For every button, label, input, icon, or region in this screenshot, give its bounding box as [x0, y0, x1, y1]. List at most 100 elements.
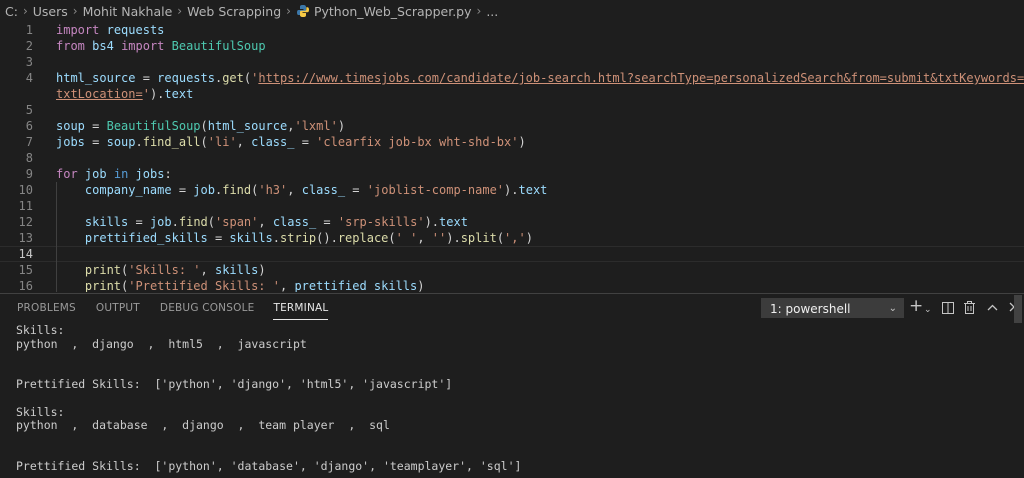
code-token: (). [316, 231, 338, 245]
code-token: 'Skills: ' [128, 263, 201, 277]
line-number: 11 [18, 199, 33, 213]
chevron-up-icon[interactable] [987, 304, 998, 311]
chevron-right-icon: › [286, 4, 291, 18]
code-token: ) [518, 135, 526, 149]
terminal-output[interactable]: Skills: python , django , html5 , javascr… [16, 323, 1024, 474]
chevron-down-icon[interactable]: ⌄ [924, 301, 932, 319]
code-text: html_source = requests.get('https://www.… [56, 70, 1024, 86]
code-line[interactable]: 5 [0, 102, 1024, 118]
breadcrumb-file[interactable]: Python_Web_Scrapper.py [314, 4, 472, 19]
code-token: 'h3' [258, 183, 288, 197]
code-line[interactable]: 16 print('Prettified Skills: ', prettifi… [0, 278, 1024, 292]
code-token: class_ [251, 135, 295, 149]
code-token: = [294, 135, 317, 149]
split-icon[interactable] [942, 302, 954, 314]
tab-debug-console[interactable]: DEBUG CONSOLE [160, 294, 255, 322]
code-token: , [200, 263, 215, 277]
code-line[interactable]: 7 jobs = soup.find_all('li', class_ = 'cl… [0, 134, 1024, 150]
code-token: in [113, 167, 129, 181]
code-editor[interactable]: 1 import requests 2 from bs4 import Beautif… [0, 22, 1024, 292]
code-line[interactable]: 8 [0, 150, 1024, 166]
code-token: prettified_skills [294, 279, 418, 292]
code-line[interactable]: 13 prettified_skills = skills.strip().re… [0, 230, 1024, 246]
code-token: import [56, 23, 100, 37]
code-line[interactable]: 9 for job in jobs: [0, 166, 1024, 182]
code-text: company_name = job.find('h3', class_ = '… [56, 182, 548, 198]
tab-problems[interactable]: PROBLEMS [17, 294, 76, 322]
code-token: text [439, 215, 468, 229]
code-token: '' [431, 231, 447, 245]
code-token: , [287, 183, 302, 197]
code-token: = [128, 215, 150, 229]
code-token: : [164, 167, 172, 181]
terminal-line: python , django , html5 , javascript [16, 336, 307, 351]
code-token: from [56, 39, 85, 53]
breadcrumb-more[interactable]: ... [486, 4, 498, 19]
terminal-scrollbar[interactable] [1014, 295, 1022, 323]
terminal-line: Skills: [16, 404, 65, 419]
breadcrumb-users[interactable]: Users [33, 4, 68, 19]
code-line[interactable]: 6 soup = BeautifulSoup(html_source,'lxml'… [0, 118, 1024, 134]
line-number: 14 [18, 247, 33, 261]
code-token: . [135, 135, 143, 149]
breadcrumb-drive[interactable]: C: [5, 4, 18, 19]
code-token: = [84, 135, 107, 149]
code-token: html_source [56, 71, 136, 85]
code-line[interactable]: 10 company_name = job.find('h3', class_ … [0, 182, 1024, 198]
code-token: skills [84, 215, 129, 229]
code-line[interactable]: 4 html_source = requests.get('https://www… [0, 70, 1024, 86]
code-token: job [149, 215, 172, 229]
code-token: ' ' [395, 231, 418, 245]
code-line[interactable]: 2 from bs4 import BeautifulSoup [0, 38, 1024, 54]
trash-icon[interactable] [964, 301, 975, 314]
terminal-line: Skills: [16, 323, 65, 337]
line-number: 15 [18, 263, 33, 277]
code-token: ',' [504, 231, 526, 245]
python-file-icon [296, 5, 309, 17]
code-token: = [171, 183, 194, 197]
code-line[interactable]: txtLocation=').text [0, 86, 1024, 102]
code-token: find [222, 183, 252, 197]
breadcrumb-project-folder[interactable]: Web Scrapping [187, 4, 281, 19]
code-token: txtLocation= [56, 87, 143, 101]
plus-icon[interactable]: + [909, 297, 923, 315]
code-token: skills [214, 263, 259, 277]
code-token: text [164, 87, 194, 101]
code-line[interactable]: 1 import requests [0, 22, 1024, 38]
line-number: 4 [25, 71, 33, 85]
code-line[interactable]: 12 skills = job.find('span', class_ = 's… [0, 214, 1024, 230]
terminal-line: python , database , django , team player… [16, 418, 390, 433]
line-number: 6 [25, 119, 33, 133]
tab-terminal[interactable]: TERMINAL [273, 294, 329, 322]
code-token: prettified_skills [84, 231, 208, 245]
panel-tabs: PROBLEMS OUTPUT DEBUG CONSOLE TERMINAL [0, 294, 329, 322]
code-line[interactable]: 15 print('Skills: ', skills) [0, 262, 1024, 278]
tab-output[interactable]: OUTPUT [96, 294, 140, 322]
breadcrumb-user-folder[interactable]: Mohit Nakhale [83, 4, 173, 19]
code-line[interactable]: 11 [0, 198, 1024, 214]
line-number: 8 [25, 151, 33, 165]
code-token: get [222, 71, 244, 85]
code-token: BeautifulSoup [106, 119, 201, 133]
code-line[interactable]: 14 [0, 246, 1024, 262]
terminal-select[interactable]: 1: powershell ⌄ [761, 298, 904, 318]
line-number: 3 [25, 55, 33, 69]
code-token: , [258, 215, 273, 229]
chevron-right-icon: › [72, 4, 78, 18]
line-number: 7 [25, 135, 33, 149]
code-token: 'clearfix job-bx wht-shd-bx' [316, 135, 519, 149]
code-token: ) [258, 263, 266, 277]
breadcrumb: C: › Users › Mohit Nakhale › Web Scrappi… [0, 0, 1024, 22]
code-line[interactable]: 3 [0, 54, 1024, 70]
code-text: txtLocation=').text [56, 86, 193, 102]
